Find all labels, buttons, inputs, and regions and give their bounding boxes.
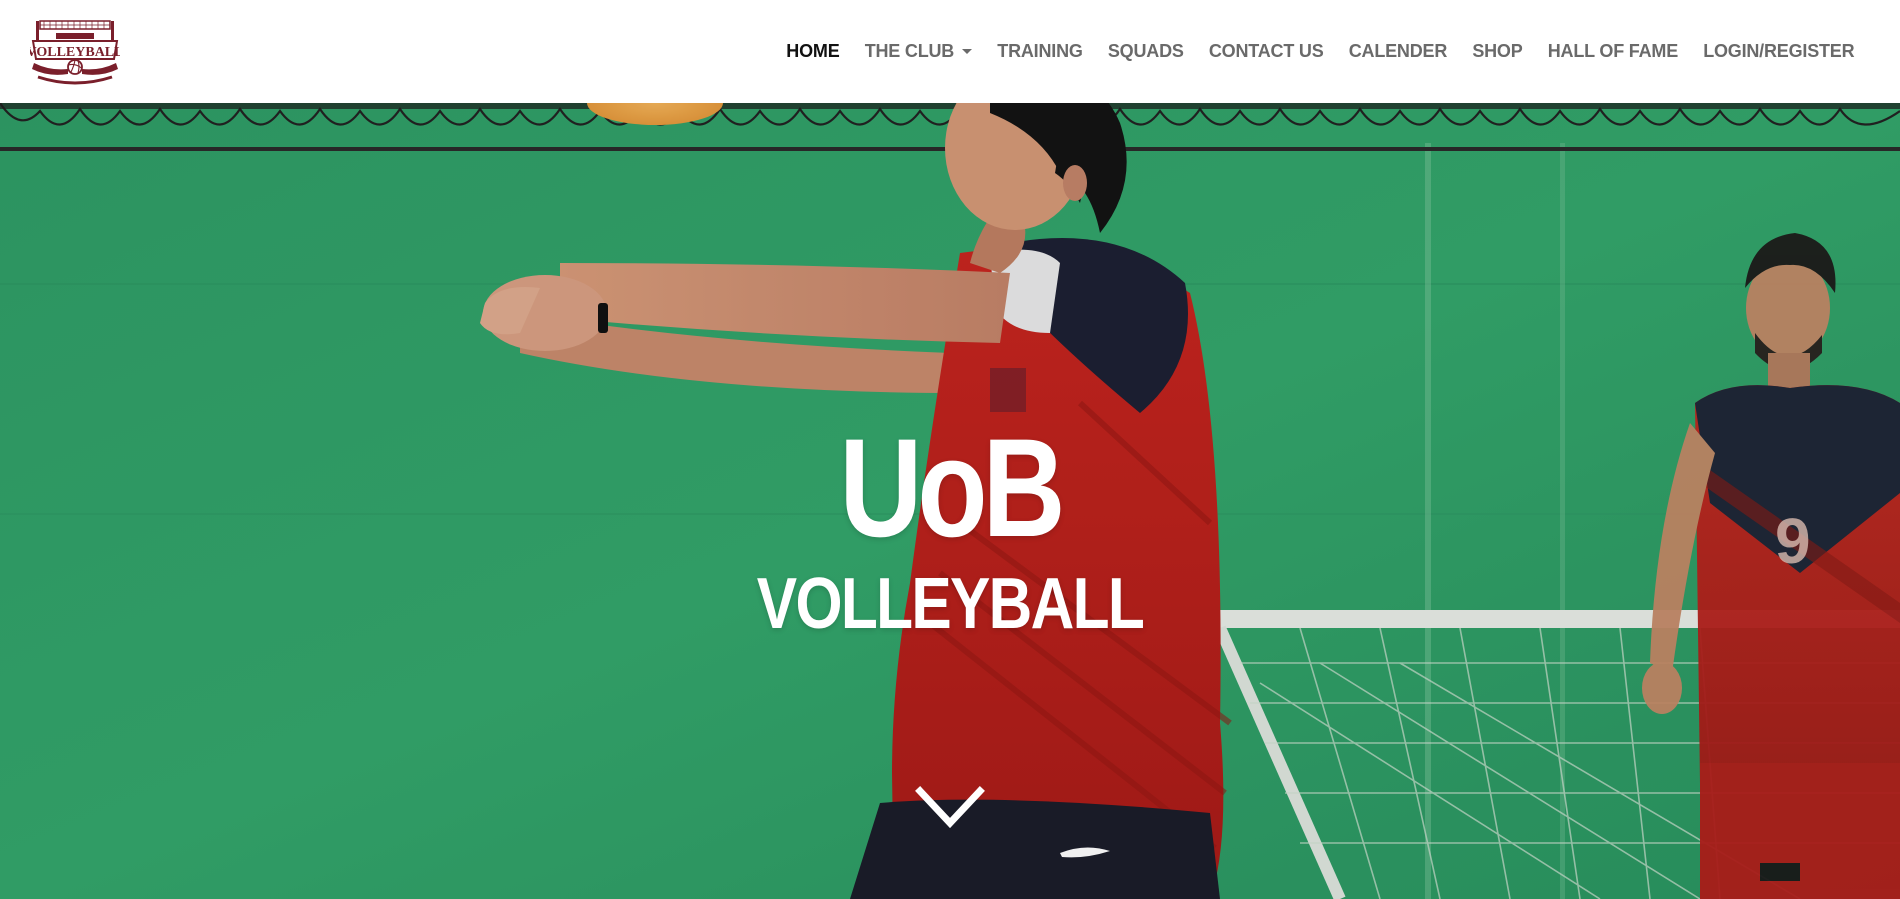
brand-logo-link[interactable]: VOLLEYBALL <box>30 19 120 85</box>
nav-home[interactable]: HOME <box>774 33 852 70</box>
main-nav: HOME THE CLUB TRAINING SQUADS CONTACT US… <box>774 33 1867 70</box>
nav-calender[interactable]: CALENDER <box>1336 33 1460 70</box>
caret-down-icon <box>962 49 973 54</box>
nav-contact-us[interactable]: CONTACT US <box>1196 33 1336 70</box>
hero-title: UoB <box>839 409 1065 566</box>
hero-section: 9 UoB VOLLEYBALL <box>0 103 1900 899</box>
nav-shop[interactable]: SHOP <box>1460 33 1535 70</box>
navbar: VOLLEYBALL HOME THE CLUB TRAINING SQUADS… <box>0 0 1900 103</box>
nav-hall-of-fame[interactable]: HALL OF FAME <box>1535 33 1690 70</box>
hero-subtitle: VOLLEYBALL <box>756 564 1145 644</box>
nav-training[interactable]: TRAINING <box>985 33 1096 70</box>
chevron-down-icon[interactable] <box>915 785 985 831</box>
nav-squads[interactable]: SQUADS <box>1095 33 1196 70</box>
nav-login-register[interactable]: LOGIN/REGISTER <box>1691 33 1867 70</box>
logo-wordmark: VOLLEYBALL <box>30 45 120 60</box>
nav-the-club-label: THE CLUB <box>864 41 955 61</box>
nav-the-club-dropdown[interactable]: THE CLUB <box>852 33 985 70</box>
volleyball-club-logo: VOLLEYBALL <box>30 19 120 84</box>
